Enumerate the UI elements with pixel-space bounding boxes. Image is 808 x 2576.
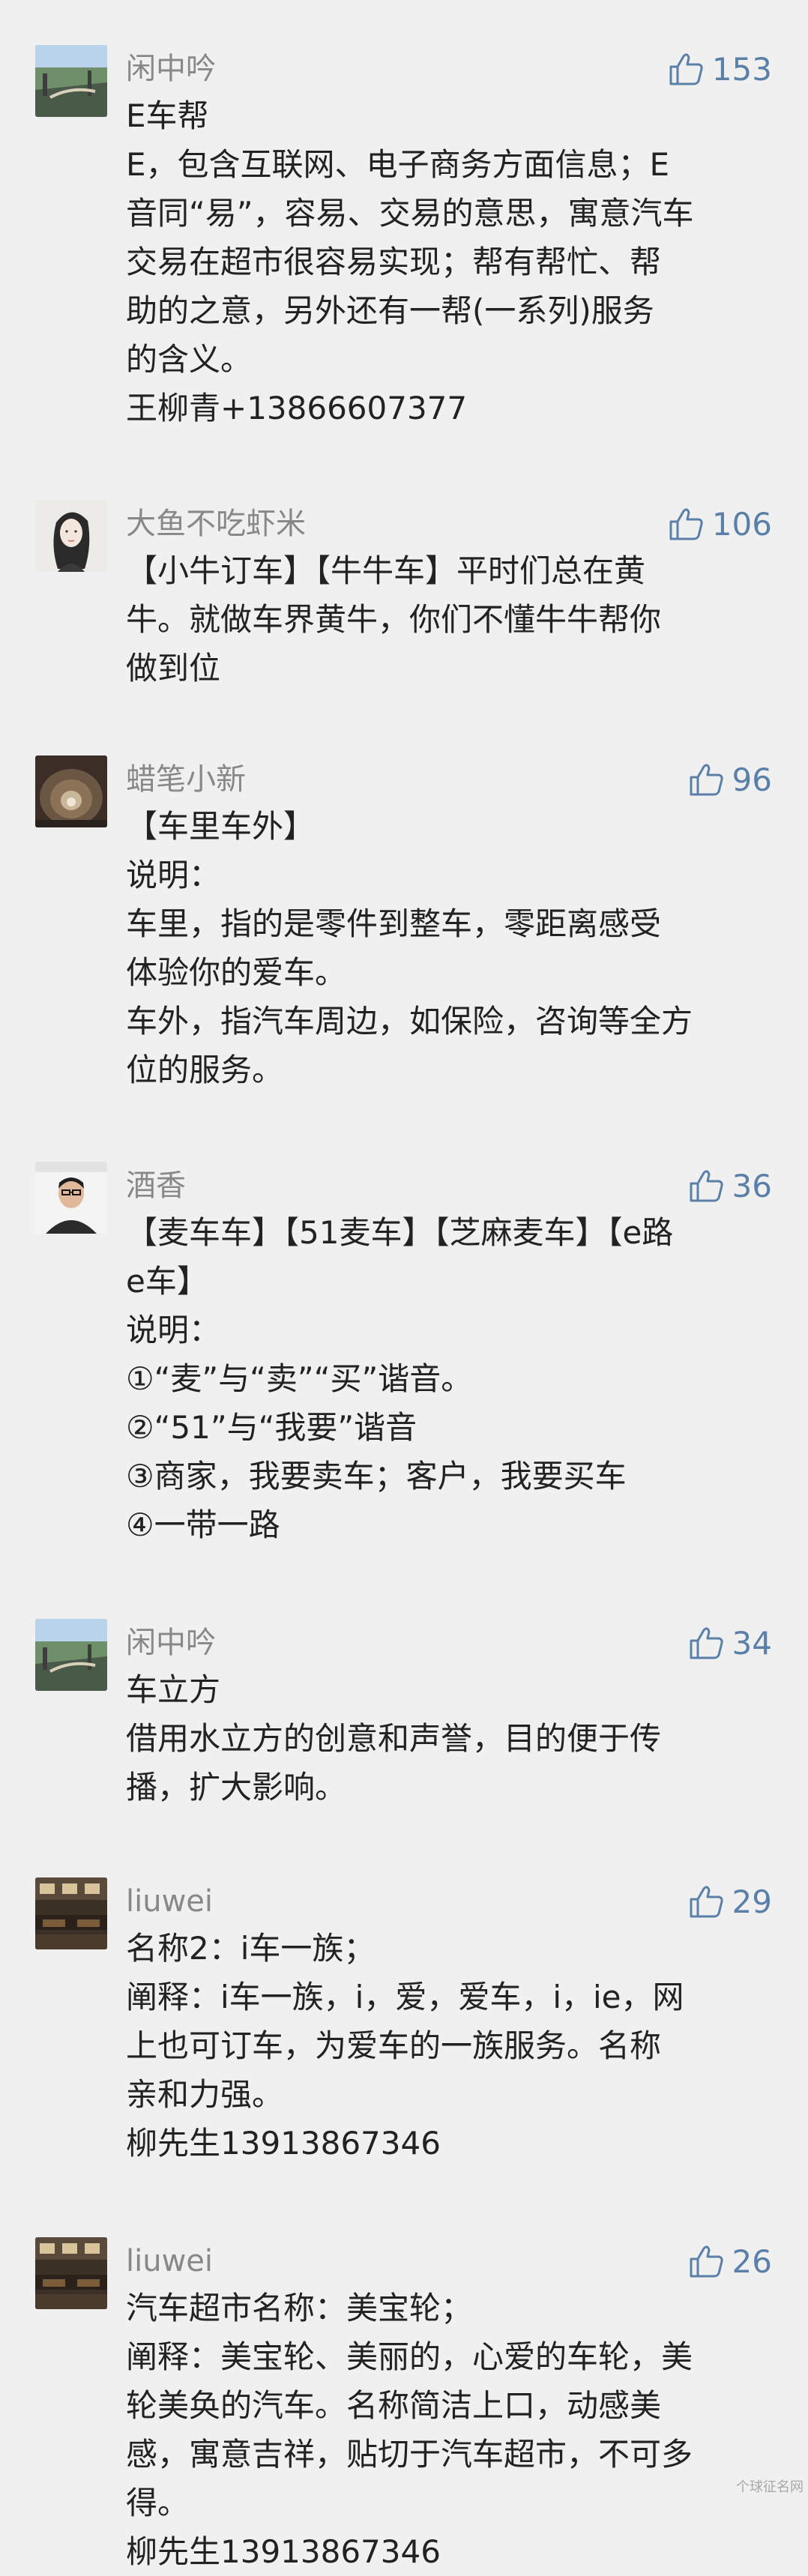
username[interactable]: 闲中吟 — [126, 46, 216, 91]
comment-line: 【麦车车】【51麦车】【芝麻麦车】【e路 — [126, 1214, 674, 1251]
comment-text: 车立方借用水立方的创意和声誉，目的便于传 播，扩大影响。 — [126, 1665, 772, 1812]
comment-line: 亲和力强。 — [126, 2076, 284, 2113]
like-count: 29 — [732, 1883, 772, 1920]
like-count: 106 — [711, 505, 772, 543]
comment-line: 柳先生13913867346 — [126, 2533, 441, 2570]
comment-line: ④一带一路 — [126, 1506, 280, 1543]
comment-line: 【小牛订车】【牛牛车】平时们总在黄 — [126, 552, 646, 589]
like-count: 36 — [732, 1167, 772, 1204]
comment-line: 王柳青+13866607377 — [126, 390, 468, 426]
avatar[interactable] — [35, 500, 107, 572]
comment-line: 车里，指的是零件到整车，零距离感受 — [126, 905, 662, 942]
comment-line: 说明： — [126, 857, 221, 893]
like-button[interactable]: 29 — [687, 1879, 772, 1924]
username[interactable]: 闲中吟 — [126, 1620, 216, 1665]
comment-line: 借用水立方的创意和声誉，目的便于传 — [126, 1720, 662, 1757]
comment-line: 的含义。 — [126, 341, 253, 378]
like-button[interactable]: 34 — [687, 1620, 772, 1665]
avatar[interactable] — [35, 1877, 107, 1949]
comment-line: 体验你的爱车。 — [126, 954, 347, 991]
comment-line: ②“51”与“我要”谐音 — [126, 1409, 417, 1446]
username[interactable]: liuwei — [126, 2239, 213, 2284]
thumbs-up-icon — [687, 1883, 725, 1920]
comment-line: 播，扩大影响。 — [126, 1769, 347, 1806]
comment-text: 汽车超市名称：美宝轮； 阐释：美宝轮、美丽的，心爱的车轮，美 轮美奂的汽车。名称简洁… — [126, 2284, 772, 2576]
comment-text: E车帮 E，包含互联网、电子商务方面信息；E 音同“易”，容易、交易的意思，寓意汽车… — [126, 91, 772, 432]
comment-line: 名称2：i车一族； — [126, 1930, 376, 1967]
thumbs-up-icon — [667, 50, 705, 88]
comment-line: 得。 — [126, 2485, 190, 2521]
avatar[interactable] — [35, 2237, 107, 2309]
watermark: 个球征名网 — [736, 2479, 804, 2495]
avatar[interactable] — [35, 1162, 107, 1234]
thumbs-up-icon — [687, 1167, 725, 1204]
comment-line: 说明： — [126, 1312, 221, 1348]
comment-line: 汽车超市名称：美宝轮； — [126, 2290, 473, 2326]
avatar[interactable] — [35, 45, 107, 117]
thumbs-up-icon — [687, 1624, 725, 1662]
comment-line: 车立方 — [126, 1671, 221, 1708]
like-count: 96 — [732, 761, 772, 798]
comment-line: 感，寓意吉祥，贴切于汽车超市，不可多 — [126, 2436, 693, 2473]
comment-line: 上也可订车，为爱车的一族服务。名称 — [126, 2027, 662, 2064]
like-button[interactable]: 153 — [667, 46, 772, 91]
username[interactable]: liuwei — [126, 1879, 213, 1924]
avatar[interactable] — [35, 755, 107, 827]
comment-line: 阐释：i车一族，i，爱，爱车，i，ie，网 — [126, 1979, 684, 2015]
comment-text: 【小牛订车】【牛牛车】平时们总在黄 牛。就做车界黄牛，你们不懂牛牛帮你 做到位 — [126, 546, 772, 693]
like-button[interactable]: 106 — [667, 501, 772, 546]
comment-line: 牛。就做车界黄牛，你们不懂牛牛帮你 — [126, 601, 662, 638]
comment-line: 音同“易”，容易、交易的意思，寓意汽车 — [126, 195, 694, 232]
comment-line: 轮美奂的汽车。名称简洁上口，动感美 — [126, 2387, 662, 2424]
comment-line: 柳先生13913867346 — [126, 2125, 441, 2162]
thumbs-up-icon — [687, 2242, 725, 2280]
like-button[interactable]: 96 — [687, 757, 772, 802]
comment-line: E车帮 — [126, 97, 209, 134]
comment-line: ③商家，我要卖车；客户，我要买车 — [126, 1458, 627, 1494]
comment-line: 车外，指汽车周边，如保险，咨询等全方 — [126, 1003, 693, 1040]
comment-line: 位的服务。 — [126, 1052, 284, 1088]
avatar[interactable] — [35, 1619, 107, 1691]
comment-line: 【车里车外】 — [126, 808, 316, 845]
username[interactable]: 大鱼不吃虾米 — [126, 501, 306, 546]
username[interactable]: 酒香 — [126, 1163, 186, 1208]
comment-line: E，包含互联网、电子商务方面信息；E — [126, 146, 670, 183]
comment-line: 助的之意，另外还有一帮(一系列)服务 — [126, 292, 654, 329]
comment-text: 【麦车车】【51麦车】【芝麻麦车】【e路 e车】说明： ①“麦”与“卖”“买”谐音。… — [126, 1208, 772, 1549]
thumbs-up-icon — [667, 505, 705, 543]
comment-line: 阐释：美宝轮、美丽的，心爱的车轮，美 — [126, 2338, 693, 2375]
like-count: 153 — [711, 50, 772, 88]
like-count: 26 — [732, 2242, 772, 2280]
comment-text: 【车里车外】 说明： 车里，指的是零件到整车，零距离感受 体验你的爱车。车外，指汽车周… — [126, 802, 772, 1094]
username[interactable]: 蜡笔小新 — [126, 757, 246, 802]
like-count: 34 — [732, 1624, 772, 1662]
thumbs-up-icon — [687, 761, 725, 798]
like-button[interactable]: 36 — [687, 1163, 772, 1208]
comment-line: ①“麦”与“卖”“买”谐音。 — [126, 1360, 473, 1397]
comment-line: 交易在超市很容易实现；帮有帮忙、帮 — [126, 244, 662, 280]
like-button[interactable]: 26 — [687, 2239, 772, 2284]
comment-line: 做到位 — [126, 650, 221, 687]
comment-text: 名称2：i车一族； 阐释：i车一族，i，爱，爱车，i，ie，网 上也可订车，为爱车的… — [126, 1924, 772, 2168]
comment-line: e车】 — [126, 1263, 208, 1300]
